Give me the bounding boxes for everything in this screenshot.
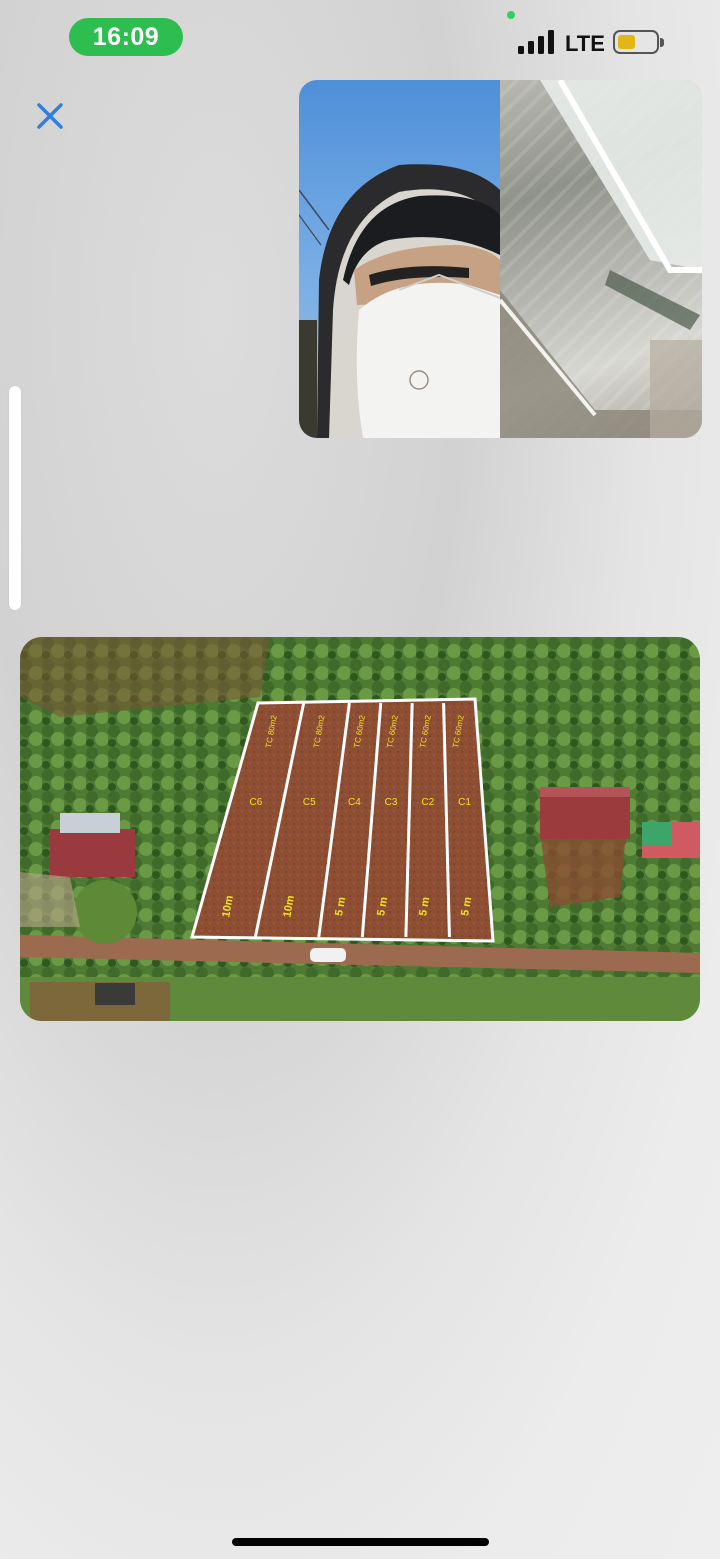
self-video-image (299, 164, 500, 438)
remote-video-tile[interactable] (500, 80, 702, 438)
lot-code-label: C6 (250, 797, 263, 808)
cellular-signal-icon (518, 30, 556, 54)
close-button[interactable] (30, 96, 70, 136)
battery-cap (660, 38, 664, 47)
self-video-tile[interactable] (299, 80, 500, 438)
camera-in-use-indicator (507, 11, 515, 19)
lot-code-label: C3 (385, 797, 398, 808)
battery-level-fill (618, 35, 635, 49)
status-bar: 16:09 LTE (0, 0, 720, 80)
aerial-land-photo: TC 80m2C610mTC 80m2C510mTC 60m2C45 mTC 6… (20, 637, 700, 1021)
time-pill[interactable]: 16:09 (69, 18, 183, 56)
battery-icon (613, 30, 659, 54)
remote-video-image (500, 80, 702, 438)
lot-code-label: C4 (348, 797, 361, 808)
network-type: LTE (565, 31, 605, 56)
lot-code-label: C2 (421, 797, 434, 808)
home-indicator[interactable] (232, 1538, 489, 1546)
shared-photo[interactable]: TC 80m2 C6 10m TC 80m2 C5 10m TC 60m2 C4 5 m TC 6… (20, 637, 700, 1021)
close-icon (37, 103, 63, 129)
lot-code-label: C1 (458, 797, 471, 808)
lot-code-label: C5 (303, 797, 316, 808)
side-panel-handle[interactable] (9, 386, 21, 610)
